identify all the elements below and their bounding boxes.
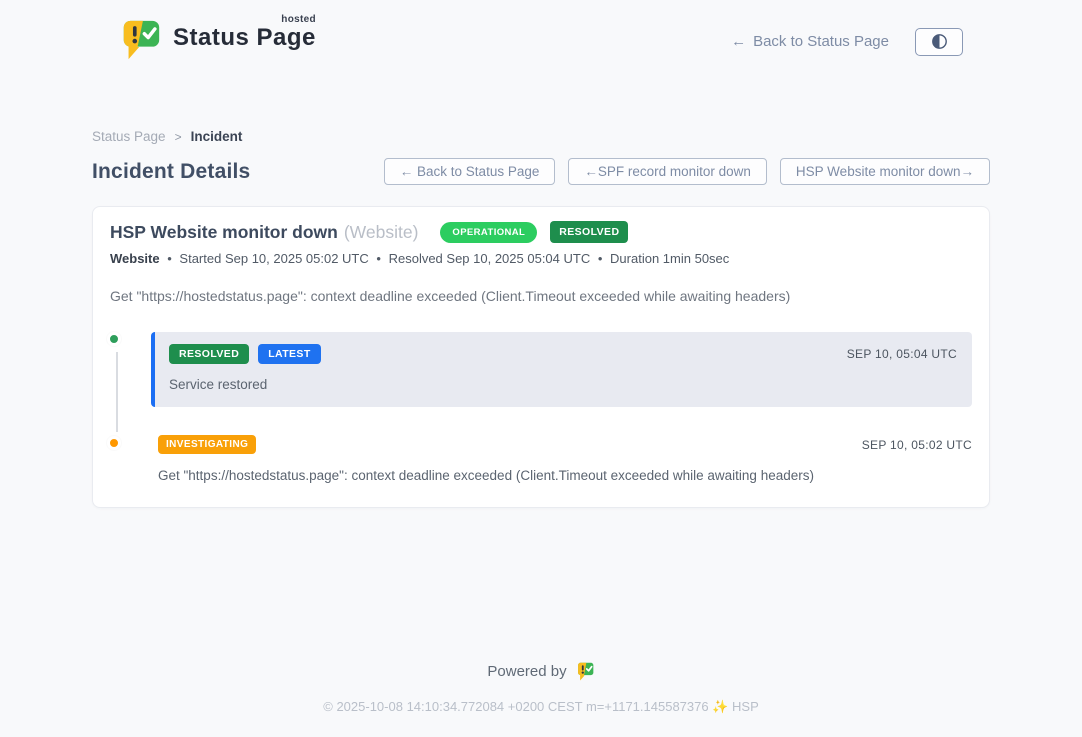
timeline-timestamp: SEP 10, 05:04 UTC [847,347,957,361]
breadcrumb-status-page[interactable]: Status Page [92,129,166,144]
investigating-badge: INVESTIGATING [158,435,256,454]
header-back-link[interactable]: ← Back to Status Page [731,33,889,50]
resolved-badge: RESOLVED [169,344,249,364]
powered-by-label: Powered by [487,663,566,680]
meta-separator: • [167,251,172,266]
timeline-message: Service restored [169,377,957,392]
brand-logo[interactable]: hosted Status Page [119,16,316,67]
incident-card-header: HSP Website monitor down (Website) OPERA… [110,221,972,243]
prev-incident-button[interactable]: ←SPF record monitor down [568,158,767,185]
breadcrumb: Status Page > Incident [92,129,990,144]
incident-component: (Website) [344,222,419,243]
timeline-entry-highlight-box: RESOLVED LATEST SEP 10, 05:04 UTC Servic… [151,332,972,407]
page-title: Incident Details [92,160,250,184]
title-row: Incident Details ← Back to Status Page ←… [92,158,990,185]
theme-toggle-button[interactable] [915,28,963,56]
header-right: ← Back to Status Page [731,28,963,56]
meta-started: Started Sep 10, 2025 05:02 UTC [179,251,368,266]
next-incident-button[interactable]: HSP Website monitor down→ [780,158,990,185]
timeline-dot-investigating [107,436,121,450]
incident-meta: Website • Started Sep 10, 2025 05:02 UTC… [110,251,972,266]
meta-separator: • [598,251,603,266]
meta-duration: Duration 1min 50sec [610,251,729,266]
arrow-left-icon: ← [731,33,746,50]
timeline-entry-body: INVESTIGATING SEP 10, 05:02 UTC Get "htt… [151,435,972,483]
logo-brand-label: Status Page [173,24,316,51]
meta-component: Website [110,251,160,266]
back-to-status-page-button[interactable]: ← Back to Status Page [384,158,556,185]
circle-half-icon [931,33,948,50]
meta-resolved: Resolved Sep 10, 2025 05:04 UTC [389,251,591,266]
resolved-status-badge: RESOLVED [550,221,628,243]
incident-card: HSP Website monitor down (Website) OPERA… [92,206,990,508]
copyright-text: © 2025-10-08 14:10:34.772084 +0200 CEST … [0,699,1082,715]
incident-timeline: RESOLVED LATEST SEP 10, 05:04 UTC Servic… [110,332,972,483]
header: hosted Status Page ← Back to Status Page [91,0,991,67]
timeline-message: Get "https://hostedstatus.page": context… [158,468,972,483]
breadcrumb-separator: > [175,130,182,144]
incident-nav-buttons: ← Back to Status Page ←SPF record monito… [384,158,990,185]
meta-separator: • [376,251,381,266]
logo-hosted-label: hosted [281,14,316,25]
timeline-timestamp: SEP 10, 05:02 UTC [862,438,972,452]
incident-description: Get "https://hostedstatus.page": context… [110,288,972,304]
operational-status-badge: OPERATIONAL [440,222,537,243]
timeline-dot-resolved [107,332,121,346]
timeline-entry-badges-row: RESOLVED LATEST SEP 10, 05:04 UTC [169,344,957,364]
brand-text: hosted Status Page [173,16,316,52]
header-back-link-label: Back to Status Page [753,33,889,50]
timeline-entry: INVESTIGATING SEP 10, 05:02 UTC Get "htt… [110,435,972,483]
status-page-logo-icon [119,16,163,67]
powered-by-link[interactable]: Powered by [487,661,594,681]
incident-title: HSP Website monitor down [110,222,338,243]
footer: Powered by © 2025-10-08 14:10:34.772084 … [0,661,1082,737]
status-page-logo-icon-small [576,661,595,681]
main-content: Status Page > Incident Incident Details … [91,67,991,508]
timeline-entry-badges-row: INVESTIGATING SEP 10, 05:02 UTC [158,435,972,454]
latest-badge: LATEST [258,344,320,364]
timeline-entry: RESOLVED LATEST SEP 10, 05:04 UTC Servic… [110,332,972,407]
breadcrumb-incident: Incident [191,129,243,144]
